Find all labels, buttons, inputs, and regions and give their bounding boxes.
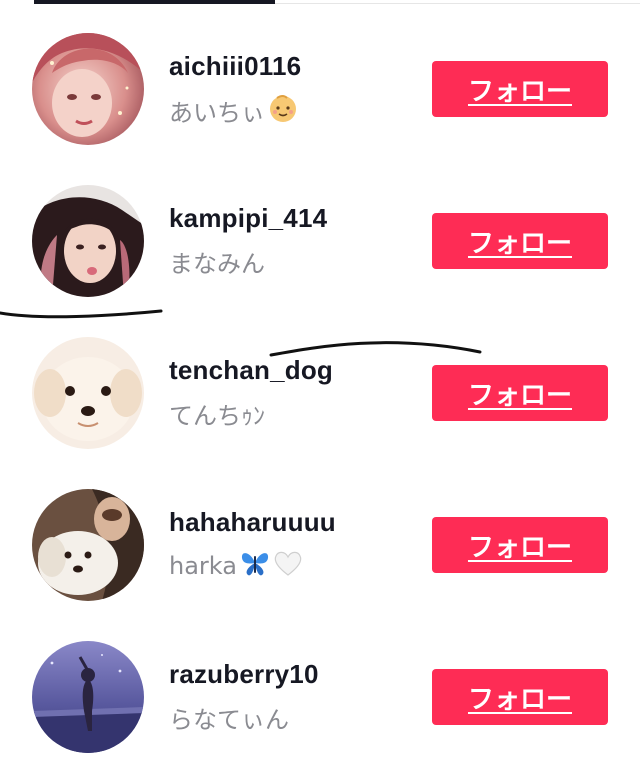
user-row[interactable]: kampipi_414 まなみん フォロー [0,185,640,325]
avatar[interactable] [32,185,144,297]
follow-button[interactable]: フォロー [432,365,608,421]
avatar[interactable] [32,33,144,145]
user-list: aichiii0116 あいちぃ フォロー kampipi_414 まなみん フ… [0,0,640,761]
baby-face-icon [267,92,299,129]
user-row[interactable]: tenchan_dog てんちｩﾝ フォロー [0,337,640,477]
user-row[interactable]: hahaharuuuu harka フォロー [0,489,640,629]
follow-button[interactable]: フォロー [432,61,608,117]
nickname: あいちぃ [169,99,265,127]
username[interactable]: hahaharuuuu [169,507,336,538]
username[interactable]: razuberry10 [169,659,319,690]
follow-button[interactable]: フォロー [432,213,608,269]
nickname: てんちｩﾝ [169,402,265,430]
nickname-line: harka [169,548,303,583]
nickname-line: あいちぃ [169,92,299,129]
avatar[interactable] [32,337,144,449]
nickname-line: らなてぃん [169,700,289,735]
nickname: harka [169,551,237,580]
username[interactable]: kampipi_414 [169,203,327,234]
white-heart-icon [273,549,303,582]
nickname: らなてぃん [169,706,289,734]
nickname-line: てんちｩﾝ [169,396,265,431]
blue-butterfly-icon [239,548,271,583]
user-row[interactable]: aichiii0116 あいちぃ フォロー [0,33,640,173]
username[interactable]: aichiii0116 [169,51,301,82]
nickname-line: まなみん [169,244,265,279]
follow-button[interactable]: フォロー [432,517,608,573]
nickname: まなみん [169,250,265,278]
user-row[interactable]: razuberry10 らなてぃん フォロー [0,641,640,781]
follow-button[interactable]: フォロー [432,669,608,725]
avatar[interactable] [32,489,144,601]
username[interactable]: tenchan_dog [169,355,333,386]
avatar[interactable] [32,641,144,753]
